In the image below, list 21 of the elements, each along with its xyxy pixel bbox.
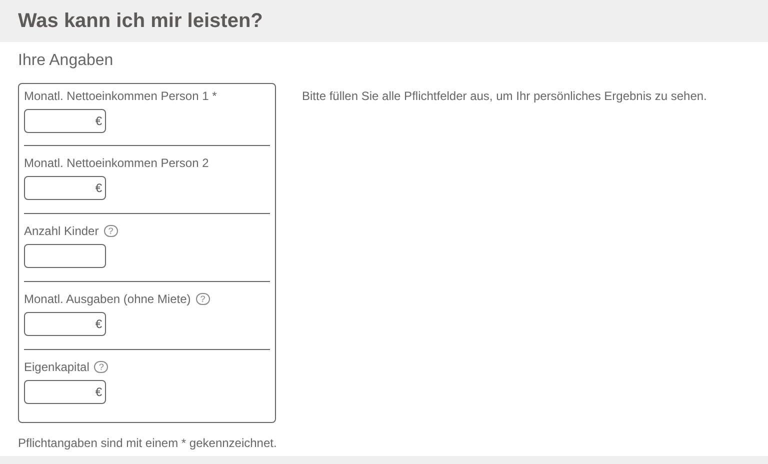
help-icon[interactable]: ?: [196, 293, 210, 305]
currency-unit: €: [95, 114, 102, 128]
field-label: Monatl. Nettoeinkommen Person 1 *: [24, 89, 217, 103]
input-field[interactable]: [24, 244, 106, 268]
currency-unit: €: [95, 385, 102, 399]
currency-unit: €: [95, 317, 102, 331]
result-hint: Bitte füllen Sie alle Pflichtfelder aus, um Ihr persönliches Ergebnis zu sehen.: [302, 89, 707, 105]
input-field[interactable]: €: [24, 176, 106, 200]
section-title: Ihre Angaben: [18, 51, 114, 71]
input-field[interactable]: €: [24, 380, 106, 404]
field-label: Eigenkapital: [24, 360, 90, 374]
footnote: Pflichtangaben sind mit einem * gekennzeichnet.: [18, 436, 278, 450]
field-label: Monatl. Ausgaben (ohne Miete): [24, 292, 191, 306]
field-label: Anzahl Kinder: [24, 224, 99, 238]
currency-unit: €: [95, 181, 102, 195]
input-field[interactable]: €: [24, 312, 106, 336]
field-label: Monatl. Nettoeinkommen Person 2: [24, 156, 209, 170]
page-title: Was kann ich mir leisten?: [18, 10, 263, 32]
help-icon[interactable]: ?: [104, 225, 118, 237]
input-field[interactable]: €: [24, 109, 106, 133]
help-icon[interactable]: ?: [94, 361, 108, 373]
